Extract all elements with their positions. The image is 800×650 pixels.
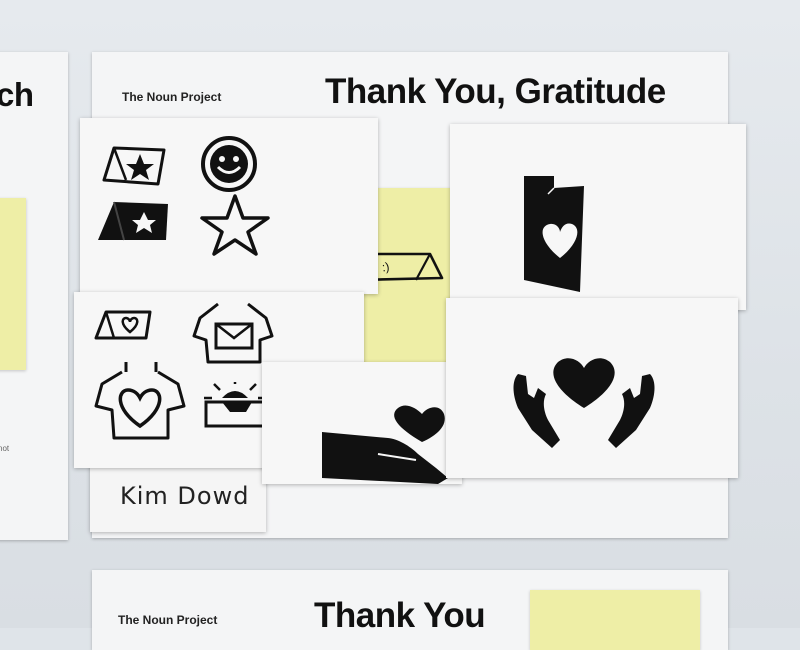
heart-card-icon	[94, 310, 152, 340]
hand-holding-heart-icon	[322, 405, 448, 484]
left-poster: ch not	[0, 52, 68, 540]
star-card-outline-icon	[102, 146, 166, 186]
heart-folded-card-icon	[524, 176, 584, 292]
bottom-brand-label: The Noun Project	[118, 613, 218, 627]
signature-card: Kim Dowd	[90, 462, 266, 532]
star-outline-icon	[200, 194, 270, 256]
designer-signature: Kim Dowd	[120, 482, 250, 510]
final-card-hands-heart	[446, 298, 738, 478]
heart-shirt-icon	[94, 362, 186, 440]
left-poster-title: ch	[0, 76, 34, 113]
sun-box-icon	[204, 382, 266, 428]
brand-label: The Noun Project	[122, 90, 222, 104]
star-card-filled-icon	[98, 201, 168, 241]
bottom-poster: The Noun Project Thank You	[92, 570, 728, 650]
bottom-sticky-note	[530, 590, 700, 650]
bottom-poster-title: Thank You	[314, 596, 486, 635]
hands-around-heart-icon	[513, 358, 655, 448]
final-card-hand-heart	[262, 362, 462, 484]
sketch-sheet-1	[80, 118, 378, 294]
smiley-face-icon	[201, 136, 257, 192]
left-poster-footnote: not	[0, 444, 10, 453]
poster-title: Thank You, Gratitude	[325, 72, 666, 111]
final-card-heart-card	[450, 124, 746, 310]
left-sticky-note	[0, 198, 26, 370]
envelope-shirt-icon	[192, 302, 274, 364]
